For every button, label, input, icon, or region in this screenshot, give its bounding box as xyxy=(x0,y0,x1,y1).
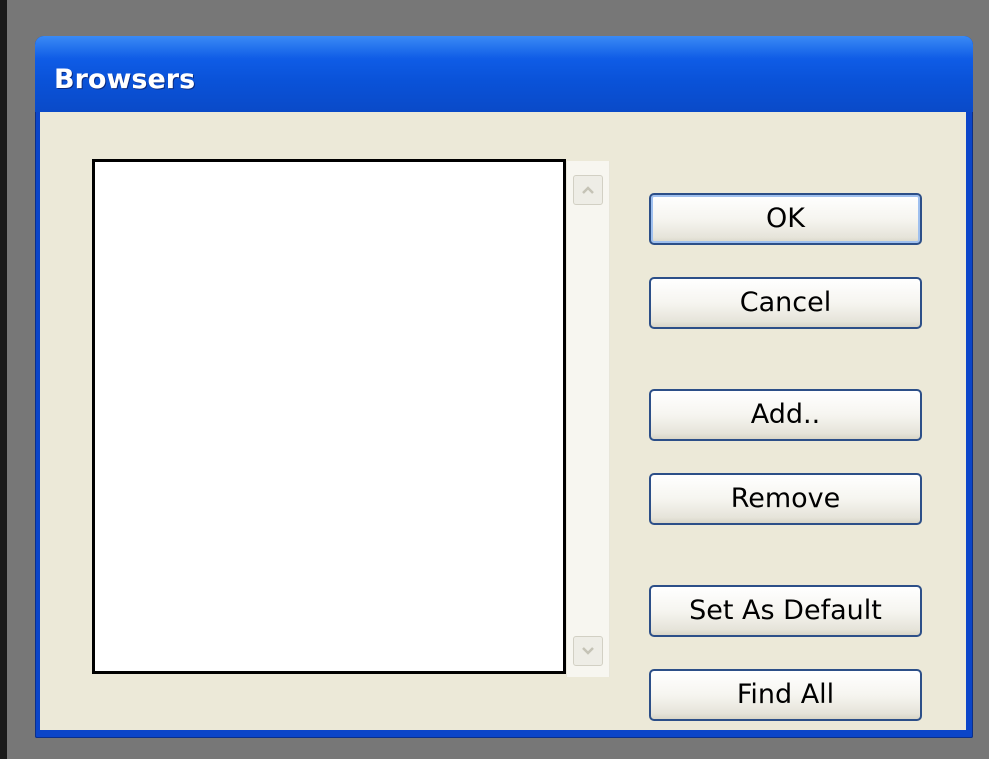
title-bar[interactable]: Browsers xyxy=(35,36,973,112)
add-button[interactable]: Add.. xyxy=(649,389,922,441)
scroll-down-button[interactable] xyxy=(573,636,603,666)
scroll-up-button[interactable] xyxy=(573,175,603,205)
cancel-button[interactable]: Cancel xyxy=(649,277,922,329)
chevron-up-icon xyxy=(581,185,595,195)
set-as-default-button[interactable]: Set As Default xyxy=(649,585,922,637)
remove-button[interactable]: Remove xyxy=(649,473,922,525)
ok-button[interactable]: OK xyxy=(649,193,922,245)
find-all-button[interactable]: Find All xyxy=(649,669,922,721)
list-scrollbar[interactable] xyxy=(566,161,610,677)
dialog-body: OK Cancel Add.. Remove Set As Default Fi… xyxy=(40,112,966,730)
dialog-title: Browsers xyxy=(54,64,196,95)
browser-list[interactable] xyxy=(92,159,566,674)
browsers-dialog: Browsers OK Cancel Add.. Remove Set As D… xyxy=(35,36,973,738)
screen-edge xyxy=(0,0,7,759)
chevron-down-icon xyxy=(581,646,595,656)
